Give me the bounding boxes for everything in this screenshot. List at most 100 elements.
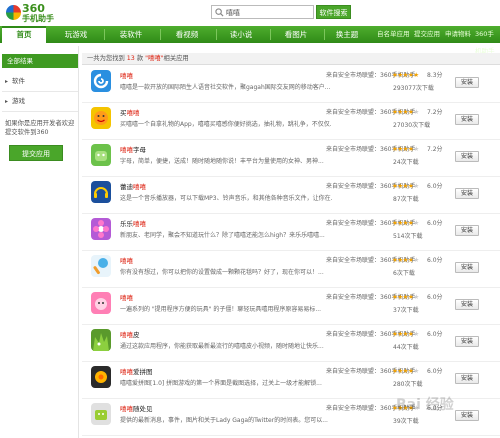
app-name-highlight: 嘻嘻 [120, 146, 133, 154]
app-downloads: 39次下载 [393, 418, 419, 425]
sidebar-item-games[interactable]: ▸ 游戏 [4, 95, 78, 108]
install-button[interactable]: 安装 [455, 77, 479, 88]
star-rating-icon: ★★★★★ [392, 256, 419, 264]
app-description: 一遍系列的 "提用程序方便的玩具" 的子僵！聊轻玩具嘻用程序原容易易标... [120, 306, 322, 313]
result-count: 13 [126, 55, 135, 62]
result-summary-bar: 一共为您找到 13 款 "嘻嘻"相关应用 [82, 53, 500, 65]
app-name-highlight: 嘻嘻 [120, 368, 133, 376]
install-button[interactable]: 安装 [455, 114, 479, 125]
app-row[interactable]: 嘻嘻一遍系列的 "提用程序方便的玩具" 的子僵！聊轻玩具嘻用程序原容易易标...… [82, 288, 500, 325]
app-name-suffix: 皮 [133, 331, 140, 339]
app-name[interactable]: 嘻嘻 [120, 255, 133, 265]
app-downloads: 24次下载 [393, 159, 419, 166]
search-icon [215, 8, 224, 17]
sidebar-item-all[interactable]: 全部结果 [2, 54, 78, 68]
tab-video[interactable]: 看视频 [163, 26, 211, 43]
result-prefix: 一共为您找到 [87, 55, 125, 62]
nav-link-whitelist[interactable]: 自名单应用 [377, 26, 410, 43]
app-score: 6.0分 [427, 183, 443, 190]
search-input[interactable] [226, 7, 312, 18]
app-name[interactable]: 嘻嘻 [120, 292, 133, 302]
app-name[interactable]: 嘻嘻皮 [120, 329, 140, 339]
tab-home[interactable]: 首页 [2, 26, 46, 43]
nav-link-materials[interactable]: 申请物料 [445, 26, 471, 43]
star-rating-icon: ★★★★★ [392, 145, 419, 153]
star-rating-icon: ★★★★★ [392, 219, 419, 227]
install-button[interactable]: 安装 [455, 188, 479, 199]
app-row[interactable]: 蕾迪嘻嘻这是一个音乐播放器，可以下载MP3、铃声音乐，和其他各种音乐文件，让你在… [82, 177, 500, 214]
result-unit: 款 [136, 55, 144, 62]
app-name[interactable]: 乐乐嘻嘻 [120, 218, 146, 228]
app-name-prefix: 乐乐 [120, 220, 133, 228]
app-name-highlight: 嘻嘻 [120, 331, 133, 339]
app-score: 8.3分 [427, 72, 443, 79]
nav-link-submit[interactable]: 提交应用 [414, 26, 440, 43]
app-name[interactable]: 嘻嘻随处见 [120, 403, 153, 413]
install-button[interactable]: 安装 [455, 151, 479, 162]
sidebar-item-label: 游戏 [12, 97, 25, 105]
tab-games[interactable]: 玩游戏 [56, 26, 96, 43]
result-suffix: 相关应用 [163, 55, 189, 62]
tab-software[interactable]: 装软件 [106, 26, 156, 43]
nav-link-assistant[interactable]: 360手机助手 [475, 26, 500, 55]
app-name[interactable]: 买嘻嘻 [120, 107, 140, 117]
app-name-prefix: 蕾迪 [120, 183, 133, 191]
headphones-icon[interactable] [91, 181, 111, 203]
app-downloads: 514次下载 [393, 233, 423, 240]
search-box[interactable] [211, 5, 314, 19]
app-row[interactable]: 嘻嘻 你有没有想过，你可以把你的设置做成一颗颗花毯吗？好了，现在你可以！... 来自… [82, 251, 500, 288]
star-rating-icon: ★★★★★ [392, 367, 419, 375]
result-keyword: "嘻嘻" [145, 55, 164, 62]
app-name-highlight: 嘻嘻 [120, 72, 133, 80]
app-row[interactable]: 嘻嘻皮 通过这款应用程序，你能获取最新最流行的嘻嘻皮小视频，随时随地让快乐... 来… [82, 325, 500, 362]
submit-app-button[interactable]: 提交应用 [9, 145, 63, 161]
app-score: 6.0分 [427, 294, 443, 301]
app-row[interactable]: 买嘻嘻 买嘻嘻一个自拿礼物的App，嘻嘻买嘻感你便好挑选，抽礼物，跳礼争，不仅仅.… [82, 103, 500, 140]
swirl-chat-icon[interactable] [91, 70, 111, 92]
app-name-suffix: 字母 [133, 146, 146, 154]
install-button[interactable]: 安装 [455, 262, 479, 273]
app-name-highlight: 嘻嘻 [133, 220, 146, 228]
grass-monster-icon[interactable] [91, 329, 111, 351]
app-name-suffix: 爱拼图 [133, 368, 153, 376]
flower-icon[interactable] [91, 218, 111, 240]
app-row[interactable]: 乐乐嘻嘻 新朋友、老同学，聚会不知道玩什么？除了嘻嘻还能怎么high？来乐乐嘻嘻.… [82, 214, 500, 251]
tab-themes[interactable]: 换主题 [326, 26, 368, 43]
tab-pictures[interactable]: 看图片 [273, 26, 319, 43]
android-box-icon[interactable] [91, 403, 111, 425]
app-description: 提供的最新消息，事件，图片和关于Lady Gaga的Twitter的时间表。您可… [120, 417, 328, 424]
app-name[interactable]: 嘻嘻字母 [120, 144, 146, 154]
app-description: 这是一个音乐播放器，可以下载MP3、铃声音乐，和其他各种音乐文件，让你在... [120, 195, 332, 202]
puzzle-flower-icon[interactable] [91, 366, 111, 388]
install-button[interactable]: 安装 [455, 299, 479, 310]
developer-note: 如果你是应用开发者欢迎提交软件到360 [5, 120, 75, 136]
app-row[interactable]: 嘻嘻 嘻嘻是一款开放的国际陌生人语音社交软件，聚gagah国际交友网的移动客户..… [82, 66, 500, 103]
app-score: 6.0分 [427, 368, 443, 375]
install-button[interactable]: 安装 [455, 410, 479, 421]
pink-cat-icon[interactable] [91, 292, 111, 314]
install-button[interactable]: 安装 [455, 373, 479, 384]
tab-novels[interactable]: 读小说 [218, 26, 264, 43]
app-row[interactable]: 嘻嘻字母字母，简单，便捷，送成！随时随地随你说！丰平台为量使用的女神、男神...… [82, 140, 500, 177]
star-rating-icon: ★★★★★ [392, 71, 419, 79]
logo[interactable]: 360 手机助手 [4, 2, 74, 24]
app-name[interactable]: 嘻嘻爱拼图 [120, 366, 153, 376]
chevron-right-icon: ▸ [5, 98, 9, 105]
app-description: 你有没有想过，你可以把你的设置做成一颗颗花毯吗？好了，现在你可以！... [120, 269, 324, 276]
rattle-icon[interactable] [91, 255, 111, 277]
software-search-button[interactable]: 软件搜索 [316, 5, 351, 19]
star-rating-icon: ★★★★★ [392, 182, 419, 190]
install-button[interactable]: 安装 [455, 225, 479, 236]
app-name[interactable]: 蕾迪嘻嘻 [120, 181, 146, 191]
app-name[interactable]: 嘻嘻 [120, 70, 133, 80]
app-score: 6.0分 [427, 331, 443, 338]
smile-face-icon[interactable] [91, 107, 111, 129]
sidebar-header-label: 全部结果 [7, 57, 33, 65]
green-robot-icon[interactable] [91, 144, 111, 166]
app-description: 字母，简单，便捷，送成！随时随地随你说！丰平台为量使用的女神、男神... [120, 158, 324, 165]
app-name-highlight: 嘻嘻 [120, 257, 133, 265]
install-button[interactable]: 安装 [455, 336, 479, 347]
app-score: 6.0分 [427, 220, 443, 227]
sidebar-item-software[interactable]: ▸ 软件 [4, 75, 78, 88]
app-name-suffix: 随处见 [133, 405, 153, 413]
